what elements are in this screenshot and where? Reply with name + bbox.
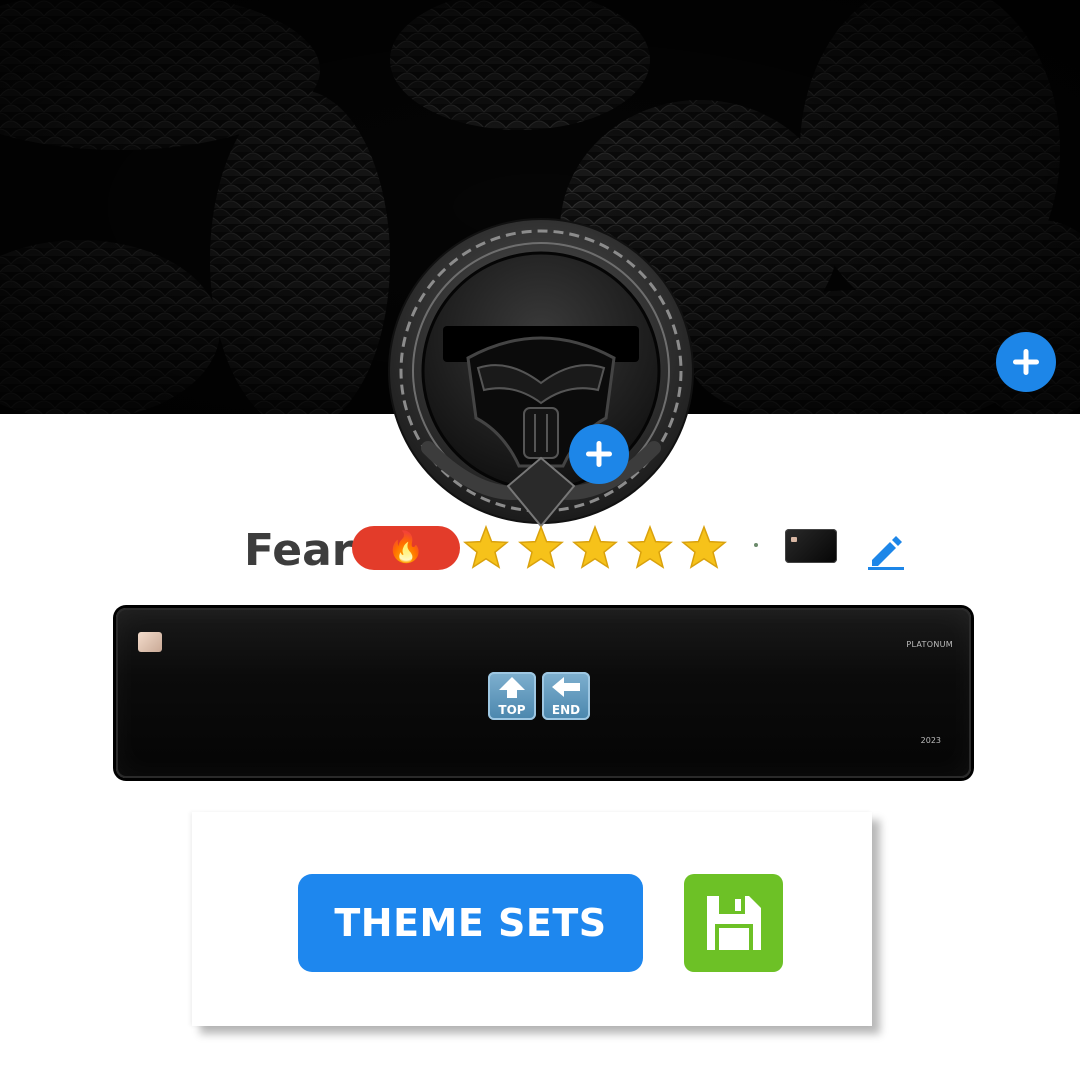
theme-sets-button[interactable]: THEME SETS [298,874,643,972]
save-button[interactable] [684,874,783,972]
mask-emblem-icon [388,218,694,528]
card-chip-icon [138,632,162,652]
card-year: 2023 [920,736,941,745]
card-brand: PLATONUM [906,640,953,649]
pencil-icon[interactable] [866,530,906,570]
fire-badge: 🔥 [352,526,460,570]
end-key-label: END [551,703,581,717]
star-icon [463,524,509,569]
profile-card: PLATONUM 2023 TOP END [116,608,971,778]
avatar[interactable] [388,218,694,528]
profile-name: Fear [244,525,354,576]
card-icon[interactable] [785,529,837,563]
star-icon [572,524,618,569]
end-key-button[interactable]: END [542,672,590,720]
arrow-left-icon [552,677,580,697]
floppy-disk-icon [706,896,761,950]
plus-icon [586,441,612,467]
avatar-add-button[interactable] [569,424,629,484]
star-icon [681,524,727,569]
profile-name-row: Fear 🔥 [0,520,1080,580]
top-key-label: TOP [498,703,526,717]
top-key-button[interactable]: TOP [488,672,536,720]
cover-add-button[interactable] [996,332,1056,392]
star-icon [627,524,673,569]
star-icon [518,524,564,569]
arrow-up-icon [499,677,525,698]
plus-icon [1013,349,1039,375]
fire-icon: 🔥 [387,530,425,565]
separator-dot [754,543,758,547]
